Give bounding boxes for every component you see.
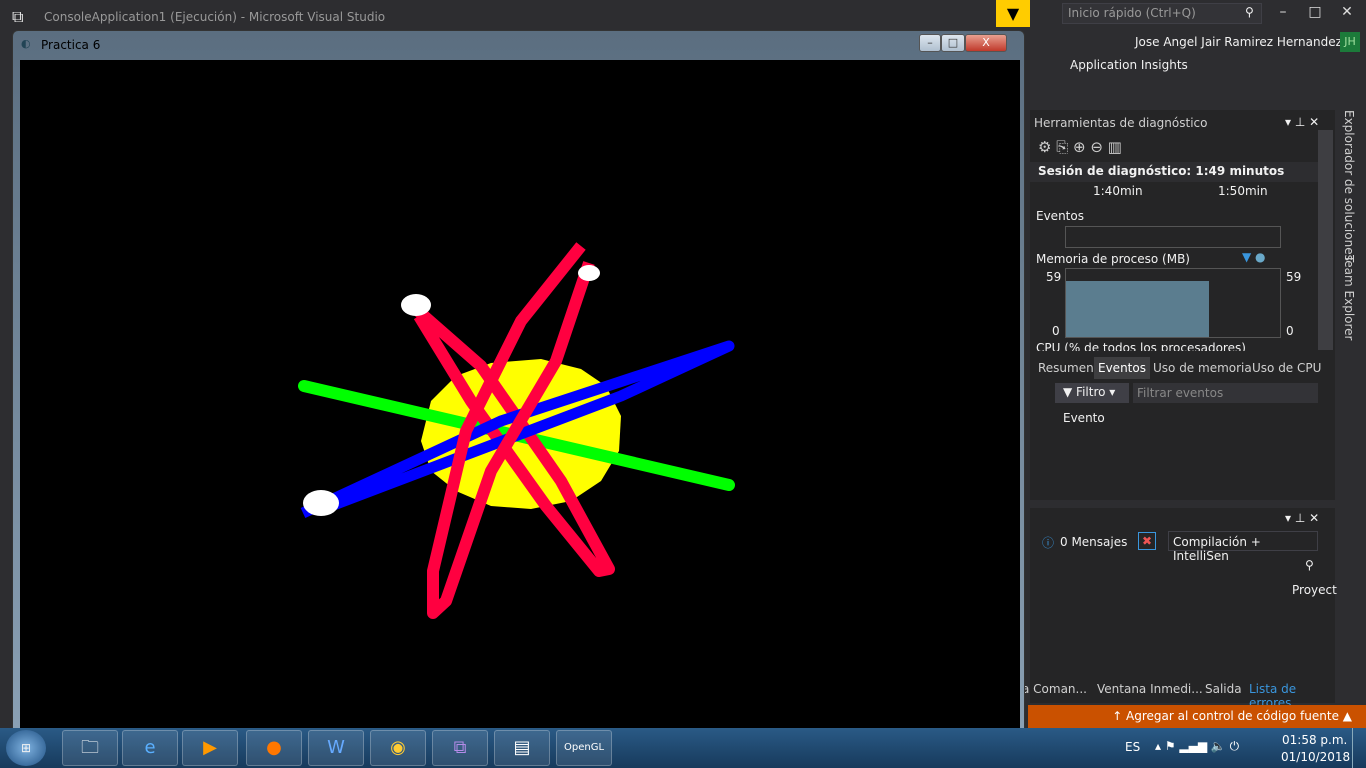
scrollbar[interactable] xyxy=(1318,130,1333,350)
axis-max: 59 xyxy=(1286,270,1302,284)
tick-label: 1:40min xyxy=(1093,184,1143,198)
column-header-evento[interactable]: Evento xyxy=(1063,411,1105,425)
show-desktop-button[interactable] xyxy=(1352,728,1366,768)
opengl-canvas[interactable] xyxy=(20,60,1020,731)
taskbar-ie-icon[interactable]: e xyxy=(122,730,178,766)
error-list-panel: ▾ ⊥ ✕ ⓘ 0 Mensajes ✖ Compilación + Intel… xyxy=(1022,508,1337,710)
close-button[interactable]: ✕ xyxy=(1332,4,1362,20)
language-indicator[interactable]: ES xyxy=(1125,740,1140,754)
avatar[interactable]: JH xyxy=(1340,32,1360,52)
axis-max: 59 xyxy=(1046,270,1062,284)
vs-logo-icon: ⧉ xyxy=(12,7,24,26)
clock-time[interactable]: 01:58 p.m. xyxy=(1282,733,1347,747)
planet-white xyxy=(303,490,339,516)
window-maximize-button[interactable]: □ xyxy=(941,34,965,52)
search-icon[interactable]: ⚲ xyxy=(1305,558,1314,572)
filter-label: Filtro xyxy=(1076,385,1106,399)
taskbar: ⊞ 🗀 e ▶ ● W ◉ ⧉ ▤ OpenGL ES ▴ ⚑ ▂▄▆ 🔈 ⏻ … xyxy=(0,728,1366,768)
tab-immediate[interactable]: Ventana Inmedi... xyxy=(1097,682,1203,696)
tick-label: 1:50min xyxy=(1218,184,1268,198)
source-control-button[interactable]: ↑ Agregar al control de código fuente ▲ xyxy=(1028,705,1366,728)
settings-icon[interactable]: ⚙ ⎘ ⊕ ⊖ ▥ xyxy=(1038,138,1122,156)
taskbar-opengl-icon[interactable]: OpenGL xyxy=(556,730,612,766)
column-header-proyecto[interactable]: Proyect xyxy=(1292,583,1337,597)
vs-title: ConsoleApplication1 (Ejecución) - Micros… xyxy=(44,10,386,24)
diagnostic-tools-panel: Herramientas de diagnóstico ▾ ⊥ ✕ ⚙ ⎘ ⊕ … xyxy=(1030,110,1335,500)
solar-scene xyxy=(298,242,735,619)
clear-filter-icon[interactable]: ✖ xyxy=(1138,532,1157,550)
quick-launch-input[interactable]: Inicio rápido (Ctrl+Q) xyxy=(1062,3,1262,24)
minimize-button[interactable]: – xyxy=(1268,4,1298,20)
panel-menu-icon[interactable]: ▾ ⊥ ✕ xyxy=(1285,115,1319,129)
notification-flag-icon[interactable]: ▼ xyxy=(996,0,1030,27)
tray-icons[interactable]: ▴ ⚑ ▂▄▆ 🔈 ⏻ xyxy=(1155,739,1239,754)
tab-output[interactable]: Salida xyxy=(1205,682,1242,696)
opengl-app-icon: ◐ xyxy=(21,37,31,50)
side-tab-solution-explorer[interactable]: Explorador de soluciones xyxy=(1342,110,1356,261)
axis-min: 0 xyxy=(1052,324,1060,338)
panel-menu-icon[interactable]: ▾ ⊥ ✕ xyxy=(1285,511,1319,525)
start-button[interactable]: ⊞ xyxy=(6,730,46,766)
taskbar-word-icon[interactable]: W xyxy=(308,730,364,766)
planet-white xyxy=(401,294,431,316)
memory-label: Memoria de proceso (MB) xyxy=(1036,252,1190,266)
memory-chart xyxy=(1065,268,1281,338)
taskbar-media-icon[interactable]: ▶ xyxy=(182,730,238,766)
snapshot-marker-icon: ▼ ● xyxy=(1242,250,1266,264)
taskbar-console-icon[interactable]: ▤ xyxy=(494,730,550,766)
taskbar-firefox-icon[interactable]: ● xyxy=(246,730,302,766)
window-close-button[interactable]: X xyxy=(965,34,1007,52)
planet-white xyxy=(578,265,600,281)
taskbar-explorer-icon[interactable]: 🗀 xyxy=(62,730,118,766)
memory-fill xyxy=(1066,280,1210,337)
tab-eventos[interactable]: Eventos xyxy=(1094,357,1150,379)
window-title: Practica 6 xyxy=(41,38,101,52)
session-label: Sesión de diagnóstico: 1:49 minutos xyxy=(1030,162,1318,182)
tab-resumen[interactable]: Resumen xyxy=(1038,361,1094,375)
scope-dropdown[interactable]: Compilación + IntelliSen xyxy=(1168,531,1318,563)
tab-command[interactable]: a Coman... xyxy=(1022,682,1087,696)
user-name[interactable]: Jose Angel Jair Ramirez Hernandez xyxy=(1135,35,1342,49)
tab-memory[interactable]: Uso de memoria xyxy=(1153,361,1252,375)
panel-title: Herramientas de diagnóstico xyxy=(1034,116,1208,130)
events-track xyxy=(1065,226,1281,248)
filter-events-input[interactable]: Filtrar eventos xyxy=(1133,383,1318,403)
cpu-label: CPU (% de todos los procesadores) xyxy=(1036,341,1246,351)
maximize-button[interactable]: □ xyxy=(1300,4,1330,20)
clock-date[interactable]: 01/10/2018 xyxy=(1281,750,1350,764)
filter-button[interactable]: ▼ Filtro ▾ xyxy=(1055,383,1129,403)
application-insights-button[interactable]: Application Insights xyxy=(1070,58,1188,72)
info-icon: ⓘ xyxy=(1042,536,1055,550)
events-label: Eventos xyxy=(1036,209,1084,223)
side-tab-team-explorer[interactable]: Team Explorer xyxy=(1342,255,1356,341)
search-icon[interactable]: ⚲ xyxy=(1245,5,1254,19)
taskbar-visual-studio-icon[interactable]: ⧉ xyxy=(432,730,488,766)
window-minimize-button[interactable]: – xyxy=(919,34,941,52)
axis-min: 0 xyxy=(1286,324,1294,338)
practica-window: ◐ Practica 6 – □ X xyxy=(12,30,1025,731)
messages-filter[interactable]: 0 Mensajes xyxy=(1060,535,1127,549)
tab-cpu[interactable]: Uso de CPU xyxy=(1252,361,1321,375)
taskbar-chrome-icon[interactable]: ◉ xyxy=(370,730,426,766)
